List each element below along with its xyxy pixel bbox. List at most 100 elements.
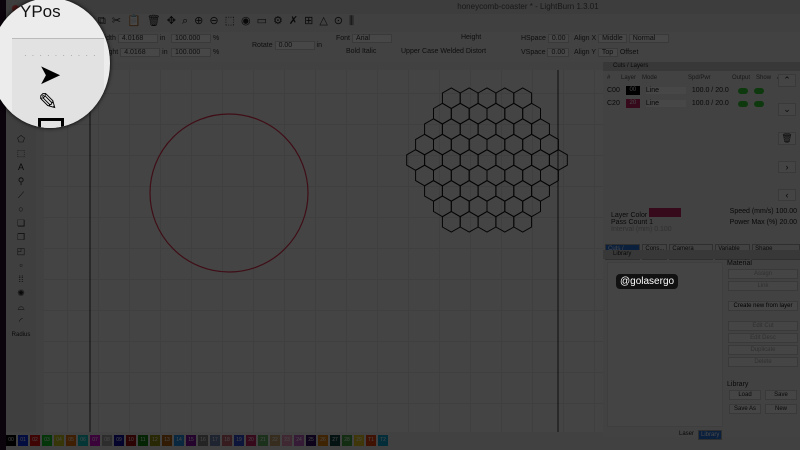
bold-toggle[interactable]: Bold bbox=[346, 48, 360, 55]
cut-icon[interactable]: ✂ bbox=[112, 15, 121, 27]
width-input[interactable]: 4.0168 bbox=[117, 34, 158, 43]
zoom-out-icon[interactable]: ⊖ bbox=[209, 15, 218, 27]
library-button[interactable]: Assign bbox=[728, 269, 798, 279]
style-select[interactable]: Normal bbox=[628, 34, 669, 43]
palette-color[interactable]: 06 bbox=[78, 435, 88, 446]
palette-color[interactable]: 28 bbox=[342, 435, 352, 446]
palette-color[interactable]: 23 bbox=[282, 435, 292, 446]
union-tool-icon[interactable]: ❐ bbox=[6, 230, 36, 244]
rectangle-tool-icon[interactable] bbox=[38, 118, 64, 128]
rotate-unit-button[interactable]: in bbox=[317, 42, 322, 49]
palette-color[interactable]: 25 bbox=[306, 435, 316, 446]
tab-laser[interactable]: Laser bbox=[677, 430, 696, 440]
upper-case-toggle[interactable]: Upper Case bbox=[401, 48, 438, 55]
library-button[interactable]: Link bbox=[728, 281, 798, 291]
library-button[interactable]: Duplicate bbox=[728, 345, 798, 355]
palette-color[interactable]: 09 bbox=[114, 435, 124, 446]
palette-color[interactable]: 08 bbox=[102, 435, 112, 446]
rotate-input[interactable]: 0.00 bbox=[274, 41, 315, 50]
library-button[interactable]: Create new from layer bbox=[728, 301, 798, 311]
palette-color[interactable]: 01 bbox=[18, 435, 28, 446]
scale-width-input[interactable]: 100.000 bbox=[171, 34, 211, 43]
subtract-tool-icon[interactable]: ◰ bbox=[6, 244, 36, 258]
array-tool-icon[interactable]: ⁞⁞ bbox=[6, 272, 36, 286]
welded-toggle[interactable]: Welded bbox=[440, 48, 464, 55]
camera-icon[interactable]: ◉ bbox=[241, 15, 251, 27]
prev-button[interactable]: ‹ bbox=[778, 189, 796, 201]
target-icon[interactable]: ⊙ bbox=[334, 15, 343, 27]
palette-color[interactable]: 18 bbox=[222, 435, 232, 446]
palette-color[interactable]: 00 bbox=[6, 435, 16, 446]
move-icon[interactable]: ✥ bbox=[167, 15, 176, 27]
zoom-in-icon[interactable]: ⊕ bbox=[194, 15, 203, 27]
delete-icon[interactable]: 🗑 bbox=[147, 15, 161, 27]
measure-tool-icon[interactable]: ⟋ bbox=[6, 188, 36, 202]
palette-color[interactable]: 03 bbox=[42, 435, 52, 446]
palette-color[interactable]: 19 bbox=[234, 435, 244, 446]
move-down-button[interactable]: ⌄ bbox=[778, 103, 796, 116]
palette-color[interactable]: 05 bbox=[66, 435, 76, 446]
palette-color[interactable]: 12 bbox=[150, 435, 160, 446]
palette-color[interactable]: 16 bbox=[198, 435, 208, 446]
corner-tool-icon[interactable]: ◜ bbox=[6, 314, 36, 328]
zoom-frame-icon[interactable]: ⬚ bbox=[225, 15, 235, 27]
palette-color[interactable]: 02 bbox=[30, 435, 40, 446]
tab-library[interactable]: Library bbox=[698, 430, 723, 440]
italic-toggle[interactable]: Italic bbox=[362, 48, 376, 55]
palette-color[interactable]: T2 bbox=[378, 435, 388, 446]
show-toggle[interactable] bbox=[753, 100, 764, 107]
palette-color[interactable]: 11 bbox=[138, 435, 148, 446]
frame-tool-icon[interactable]: ⬚ bbox=[6, 146, 36, 160]
palette-color[interactable]: 26 bbox=[318, 435, 328, 446]
tab-tool-icon[interactable]: ⌓ bbox=[6, 300, 36, 314]
save-as-button[interactable]: Save As bbox=[729, 404, 761, 414]
power-max-input[interactable]: 20.00 bbox=[779, 219, 797, 226]
load-button[interactable]: Load bbox=[729, 390, 761, 400]
tools-icon[interactable]: ✗ bbox=[289, 15, 298, 27]
palette-color[interactable]: 10 bbox=[126, 435, 136, 446]
paste-icon[interactable]: 📋 bbox=[127, 15, 141, 27]
palette-color[interactable]: 13 bbox=[162, 435, 172, 446]
palette-color[interactable]: 27 bbox=[330, 435, 340, 446]
palette-color[interactable]: 21 bbox=[258, 435, 268, 446]
select-cursor-icon[interactable]: ➤ bbox=[38, 60, 104, 90]
next-button[interactable]: › bbox=[778, 161, 796, 173]
output-toggle[interactable] bbox=[737, 100, 748, 107]
layer-row[interactable]: C00 00 Line 100.0 / 20.0 bbox=[603, 84, 800, 97]
mode-select[interactable]: Line bbox=[645, 87, 686, 94]
palette-color[interactable]: 14 bbox=[174, 435, 184, 446]
palette-color[interactable]: 20 bbox=[246, 435, 256, 446]
intersect-tool-icon[interactable]: ▫ bbox=[6, 258, 36, 272]
palette-color[interactable]: 04 bbox=[54, 435, 64, 446]
align-y-select[interactable]: Top bbox=[597, 48, 618, 57]
mode-select[interactable]: Line bbox=[645, 100, 686, 107]
layer-row[interactable]: C20 20 Line 100.0 / 20.0 bbox=[603, 97, 800, 110]
speed-input[interactable]: 100.00 bbox=[776, 208, 797, 215]
align-x-select[interactable]: Middle bbox=[598, 34, 627, 43]
mirror-icon[interactable]: △ bbox=[319, 15, 327, 27]
palette-color[interactable]: T1 bbox=[366, 435, 376, 446]
palette-color[interactable]: 15 bbox=[186, 435, 196, 446]
vspace-input[interactable]: 0.00 bbox=[547, 48, 570, 57]
offset-tool-icon[interactable]: ○ bbox=[6, 202, 36, 216]
text-tool-icon[interactable]: A bbox=[6, 160, 36, 174]
palette-color[interactable]: 07 bbox=[90, 435, 100, 446]
polygon-tool-icon[interactable]: ⬠ bbox=[6, 132, 36, 146]
pass-count-input[interactable]: 1 bbox=[649, 219, 653, 226]
output-toggle[interactable] bbox=[737, 87, 748, 94]
palette-color[interactable]: 22 bbox=[270, 435, 280, 446]
zoom-icon[interactable]: ⌕ bbox=[182, 15, 188, 27]
scale-height-input[interactable]: 100.000 bbox=[171, 48, 211, 57]
distribute-icon[interactable]: ⫼ bbox=[349, 15, 354, 27]
palette-color[interactable]: 29 bbox=[354, 435, 364, 446]
circular-array-icon[interactable]: ✺ bbox=[6, 286, 36, 300]
interval-input[interactable]: 0.100 bbox=[654, 226, 672, 233]
design-canvas[interactable] bbox=[36, 62, 603, 432]
move-up-button[interactable]: ⌃ bbox=[778, 74, 796, 87]
height-input[interactable]: 4.0168 bbox=[120, 48, 161, 57]
font-select[interactable]: Arial bbox=[351, 34, 392, 43]
hspace-input[interactable]: 0.00 bbox=[547, 34, 570, 43]
palette-color[interactable]: 24 bbox=[294, 435, 304, 446]
weld-tool-icon[interactable]: ❏ bbox=[6, 216, 36, 230]
library-button[interactable]: Edit Desc bbox=[728, 333, 798, 343]
